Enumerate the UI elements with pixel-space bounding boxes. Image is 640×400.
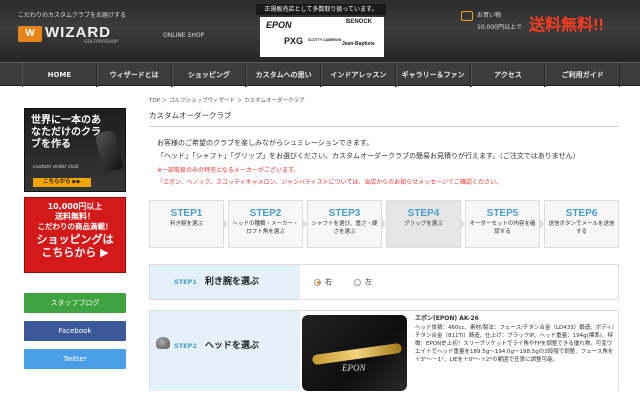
product-image-band [311,342,403,366]
hand-option-right[interactable]: 右 [314,265,332,299]
step-number: STEP1 [170,208,203,219]
main-nav: HOME ウィザードとは ショッピング カスタムへの思い インドアレッスン ギャ… [0,62,640,87]
site-header: こだわりのカスタムクラブをお届けする W WIZARD GOLFPROSHOP … [0,0,640,62]
brand-epon-logo: EPON [266,20,292,30]
brand-jb-logo: Jean-Baptiste [342,41,375,47]
twitter-button[interactable]: Twitter [24,349,126,369]
club-head-icon [156,337,170,349]
brand-benock-logo: BENOCK [346,19,373,25]
nav-item-home[interactable]: HOME [22,63,97,87]
product-detail: エポン(EPON) AK-26 ヘッド体積：460cc、素材/製法：フェース/チ… [415,315,615,364]
dealer-brand-logos: EPON PXG SCOTTY CAMERON BENOCK Jean-Bapt… [260,17,384,57]
hand-selection-label: STEP1 利き腕を選ぶ [150,265,300,299]
logo-mark[interactable]: W [18,26,42,42]
hand-option-label: 右 [325,278,332,286]
step-number: STEP5 [486,208,519,219]
shopping-banner-line2: 送料無料！ [55,212,95,221]
head-step-number: STEP2 [174,342,197,350]
hand-option-label: 左 [365,278,372,286]
sidebar: 世界に一本のあなただけのクラブを作る custom order club こちら… [24,108,126,369]
step-progress: STEP1 利き腕を選ぶ STEP2 ヘッドの種類・メーカー・ロフト角を選ぶ S… [149,200,619,250]
note-line1: ※一部取扱のみの特売となるメーカーがございます。 [157,167,300,174]
shopping-banner-line4: ショッピングは [36,233,114,246]
nav-item-gallery[interactable]: ギャラリー＆ファン [395,63,471,87]
nav-item-custom[interactable]: カスタムへの思い [246,63,321,87]
note-line2: 「エポン、ヘノック、スコッティキャメロン、ジャンバティストについては、当店からの… [157,179,503,186]
custom-order-title: 世界に一本のあなただけのクラブを作る [31,115,101,150]
step-number: STEP3 [328,208,361,219]
custom-order-button[interactable]: こちらから ▶▶ [33,178,91,187]
step-box-2[interactable]: STEP2 ヘッドの種類・メーカー・ロフト角を選ぶ [228,200,307,248]
step-description: オーダーセットの内容を確認する [469,221,536,235]
dealer-title: 正規販売店として多数取り扱っています。 [256,4,386,15]
nav-item-access[interactable]: アクセス [470,63,546,87]
main-content: TOP ＞ ゴルフショップウィザード ＞ カスタムオーダークラブ カスタムオーダ… [149,96,619,391]
nav-item-lesson[interactable]: インドアレッスン [321,63,396,87]
head-step-title: ヘッドを選ぶ [204,341,259,351]
radio-empty-icon[interactable] [354,278,361,286]
nav-item-guide[interactable]: ご利用ガイド [545,63,620,87]
cart-label: お買い物 [477,12,502,19]
step-box-5[interactable]: STEP5 オーダーセットの内容を確認する [465,200,544,248]
head-selection-label: STEP2 ヘッドを選ぶ [150,311,300,391]
step-description: シャフトを選び、重さ・硬さを選ぶ [311,221,378,235]
hand-option-left[interactable]: 左 [354,265,372,299]
shopping-banner-line5: こちらから ▶ [41,246,109,259]
hand-selection-row: STEP1 利き腕を選ぶ 右 左 [149,264,619,300]
custom-order-banner[interactable]: 世界に一本のあなただけのクラブを作る custom order club こちら… [24,108,126,192]
header-tagline: こだわりのカスタムクラブをお届けする [18,12,127,19]
nav-item-about[interactable]: ウィザードとは [96,63,172,87]
club-head-image [94,129,124,173]
step-number: STEP6 [565,208,598,219]
step-box-3[interactable]: STEP3 シャフトを選び、重さ・硬さを選ぶ [307,200,386,248]
page-title: カスタムオーダークラブ [149,110,619,127]
intro-line1: お客様のご希望のクラブを楽しみながらシュミレーションできます。 [157,139,374,147]
step-box-1[interactable]: STEP1 利き腕を選ぶ [149,200,228,248]
free-shipping-banner[interactable]: お買い物 10,000円以上で 送料無料!! [461,9,631,39]
breadcrumb[interactable]: TOP ＞ ゴルフショップウィザード ＞ カスタムオーダークラブ [149,96,619,104]
intro-text: お客様のご希望のクラブを楽しみながらシュミレーションできます。 「ヘッド」「シャ… [149,137,619,163]
nav-item-shopping[interactable]: ショッピング [171,63,247,87]
custom-order-subtitle: custom order club [33,164,79,170]
staff-blog-button[interactable]: スタッフブログ [24,293,126,313]
facebook-button[interactable]: Facebook [24,321,126,341]
step-number: STEP2 [249,208,282,219]
step-box-4[interactable]: STEP4 グリップを選ぶ [386,200,465,248]
logo-text[interactable]: WIZARD [45,24,111,41]
product-description: ヘッド体積：460cc、素材/製法：フェース/チタン合金（LD433）鍛造、ボデ… [415,325,614,363]
product-name: エポン(EPON) AK-26 [415,315,479,322]
radio-selected-icon[interactable] [314,278,321,286]
step-number: STEP4 [407,208,440,219]
shopping-banner[interactable]: 10,000円以上 送料無料！ こだわりの商品満載！ ショッピングは こちらから… [24,197,126,273]
product-image-logo: EPON [342,363,366,373]
hand-step-title: 利き腕を選ぶ [204,277,259,287]
shopping-banner-line3: こだわりの商品満載！ [37,222,113,231]
hand-step-number: STEP1 [174,278,197,286]
step-description: グリップを選ぶ [404,221,443,227]
step-description: 利き腕を選ぶ [169,221,203,227]
free-shipping-text: 送料無料!! [529,17,604,34]
step-description: 送信ボタンでメールを送信する [548,221,615,235]
notes: ※一部取扱のみの特売となるメーカーがございます。 「エポン、ヘノック、スコッティ… [149,165,619,189]
head-selection-row: STEP2 ヘッドを選ぶ EPON エポン(EPON) AK-26 ヘッド体積：4… [149,310,619,391]
step-description: ヘッドの種類・メーカー・ロフト角を選ぶ [232,221,299,235]
cart-condition: 10,000円以上で [477,24,522,31]
online-shop-label: ONLINE SHOP [163,32,205,39]
hand-options: 右 左 [300,265,618,299]
product-image[interactable]: EPON [302,315,407,391]
cart-icon [461,11,473,21]
logo-subtitle: GOLFPROSHOP [84,40,119,45]
brand-scotty-logo: SCOTTY CAMERON [308,38,342,42]
shopping-banner-line1: 10,000円以上 [47,202,103,211]
intro-line2: 「ヘッド」「シャフト」「グリップ」をお選びください。カスタムオーダークラブの簡易… [157,152,580,160]
step-box-6[interactable]: STEP6 送信ボタンでメールを送信する [544,200,619,248]
dealer-banner[interactable]: 正規販売店として多数取り扱っています。 EPON PXG SCOTTY CAME… [256,4,386,59]
brand-pxg-logo: PXG [284,36,304,46]
